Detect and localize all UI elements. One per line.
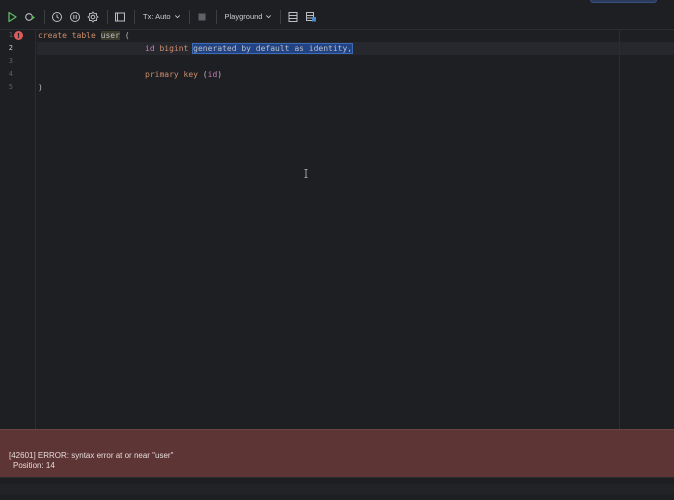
- toolbar-separator: [44, 9, 45, 24]
- error-notification-panel: [42601] ERROR: syntax error at or near "…: [0, 429, 674, 477]
- code-punctuation: ): [38, 83, 43, 92]
- code-punctuation: (: [197, 70, 208, 79]
- toolbar-separator: [107, 9, 108, 24]
- pause-icon[interactable]: [67, 9, 83, 25]
- chevron-down-icon: [174, 15, 180, 19]
- stop-icon[interactable]: [194, 9, 210, 25]
- code-punctuation: ): [217, 70, 223, 79]
- code-line-1: create table user (: [38, 29, 130, 42]
- status-bar-strip: [0, 484, 674, 494]
- column-name: id: [207, 70, 218, 79]
- status-bar: [0, 477, 674, 500]
- code-line-4: primary key (id): [145, 68, 222, 81]
- chevron-down-icon: [266, 15, 272, 19]
- line-number: 1: [8, 31, 13, 39]
- code-line-2: id bigint generated by default as identi…: [145, 42, 354, 55]
- error-message: [42601] ERROR: syntax error at or near "…: [9, 451, 174, 460]
- selected-text: generated by default as identity,: [192, 43, 354, 54]
- run-icon[interactable]: [4, 9, 20, 25]
- right-margin-guide: [619, 30, 620, 429]
- editor-toolbar: Tx: Auto Playground: [0, 4, 674, 30]
- error-marker-icon[interactable]: !: [14, 31, 23, 40]
- sql-type: bigint: [154, 44, 194, 53]
- code-line-5: ): [38, 81, 43, 94]
- sql-keyword: primary key: [145, 70, 198, 79]
- session-label: Playground: [224, 12, 263, 21]
- sql-keyword: create table: [38, 31, 96, 40]
- line-number: 5: [8, 83, 13, 91]
- text-cursor-icon: [304, 169, 308, 178]
- editor-gutter: 1 ! 2 3 4 5: [0, 30, 36, 429]
- toolbar-separator: [188, 9, 190, 24]
- transaction-mode-dropdown[interactable]: Tx: Auto: [139, 8, 185, 26]
- current-line-highlight: [37, 42, 674, 55]
- execute-plan-icon[interactable]: [22, 9, 38, 25]
- column-name: id: [145, 44, 155, 53]
- session-dropdown[interactable]: Playground: [221, 8, 277, 26]
- line-number: 4: [8, 70, 13, 78]
- toolbar-separator: [280, 9, 282, 24]
- table-icon[interactable]: [285, 9, 301, 25]
- table-name-identifier: user: [100, 31, 120, 40]
- settings-icon[interactable]: [85, 9, 101, 25]
- toolbar-separator: [134, 9, 135, 24]
- transaction-mode-label: Tx: Auto: [143, 12, 171, 21]
- line-number: 2: [8, 44, 13, 52]
- error-position: Position: 14: [13, 461, 55, 470]
- sql-editor[interactable]: 1 ! 2 3 4 5 create table user ( id bigin…: [0, 30, 674, 429]
- code-punctuation: (: [119, 31, 130, 40]
- toolbar-separator: [215, 9, 217, 24]
- output-icon[interactable]: [112, 9, 128, 25]
- history-icon[interactable]: [49, 9, 65, 25]
- line-number: 3: [8, 57, 13, 65]
- top-accent-tab[interactable]: [590, 0, 657, 3]
- console-schema-icon[interactable]: [303, 9, 319, 25]
